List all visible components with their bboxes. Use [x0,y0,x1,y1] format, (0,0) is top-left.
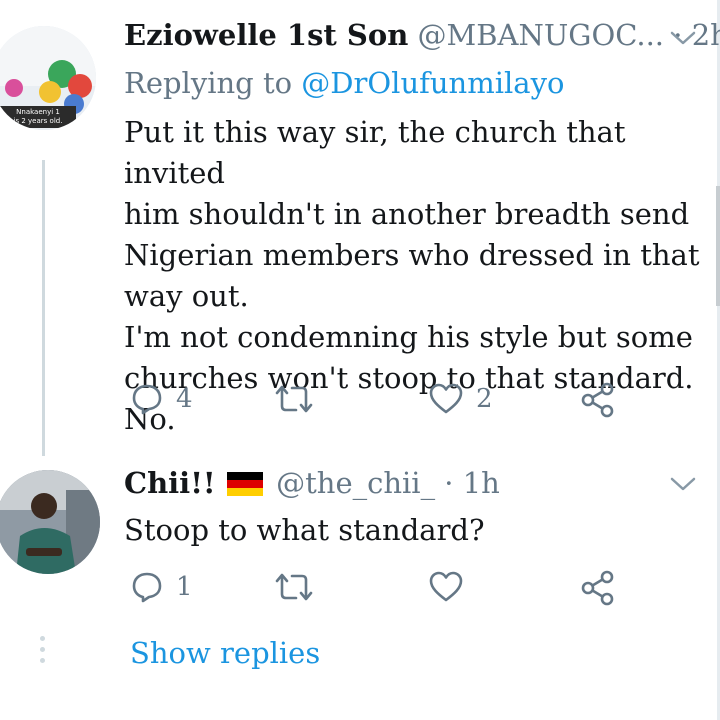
like-icon [429,571,463,602]
tweet-text: Stoop to what standard? [124,513,485,547]
thread-more-dots [40,636,45,663]
share-button[interactable] [580,570,616,606]
handle[interactable]: @the_chii_ [276,466,435,500]
share-icon [581,382,614,418]
avatar-caption-1: Nnakaenyi 1 [16,108,60,116]
reply-button[interactable]: 4 [130,382,193,416]
tweet-text-line: him shouldn't in another breadth send [124,197,690,231]
avatar-person-image [0,470,100,574]
retweet-button[interactable] [274,570,326,604]
reply-count: 1 [176,572,193,602]
retweet-icon [275,385,313,413]
display-name[interactable]: Eziowelle 1st Son [124,18,408,52]
thread-connector-line [42,160,45,456]
reply-button[interactable]: 1 [130,570,193,604]
handle[interactable]: @MBANUGOC... [418,18,665,52]
replying-to-label: Replying to [124,66,293,100]
like-icon [429,383,463,414]
tweet-text-line: Nigerian members who dressed in that [124,238,700,272]
like-button[interactable]: 2 [428,382,493,416]
avatar-birthday-image: Nnakaenyi 1 is 2 years old. [0,26,96,130]
reply-count: 4 [176,384,193,414]
like-count: 2 [476,384,493,414]
reply-icon [132,384,162,415]
tweet-actions: 4 2 [124,382,624,422]
retweet-button[interactable] [274,382,326,416]
tweet-text-line: I'm not condemning his style but some [124,320,693,354]
timestamp[interactable]: 1h [463,466,500,500]
replying-to-handle[interactable]: @DrOlufunmilayo [301,66,564,100]
scrollbar-thumb[interactable] [716,186,720,306]
separator-dot: · [444,466,454,500]
retweet-icon [275,573,313,601]
tweet-text-line: Put it this way sir, the church that inv… [124,115,626,190]
tweet-actions: 1 [124,570,624,610]
display-name[interactable]: Chii!! [124,466,216,500]
avatar-caption-2: is 2 years old. [14,117,63,125]
share-button[interactable] [580,382,616,418]
avatar[interactable] [0,470,100,574]
chevron-down-icon[interactable] [668,28,698,48]
germany-flag-icon [226,472,263,496]
replying-to: Replying to @DrOlufunmilayo [124,66,564,100]
tweet-header: Chii!! @the_chii_ · 1h [124,466,500,500]
reply-icon [132,572,162,603]
show-replies-link[interactable]: Show replies [130,636,320,670]
chevron-down-icon[interactable] [668,474,698,494]
tweet-header: Eziowelle 1st Son @MBANUGOC... · 2h [124,18,720,52]
share-icon [581,570,614,606]
avatar[interactable]: Nnakaenyi 1 is 2 years old. [0,26,96,130]
tweet-text-line: way out. [124,279,249,313]
like-button[interactable] [428,570,476,604]
